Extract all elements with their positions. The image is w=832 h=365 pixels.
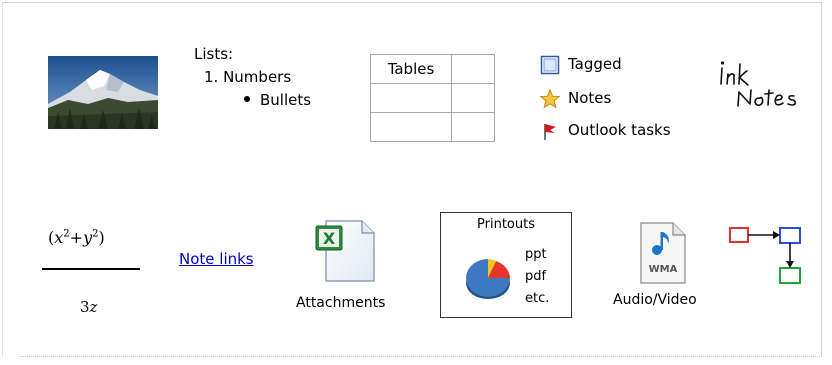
fraction-bar <box>42 268 140 270</box>
page-margin-left <box>2 2 20 357</box>
audio-video-label: Audio/Video <box>613 292 697 308</box>
printout-format: ppt <box>525 247 547 262</box>
printouts-title: Printouts <box>477 217 535 232</box>
ink-notes-handwriting[interactable] <box>712 56 812 126</box>
bullet-icon <box>244 95 250 102</box>
bulleted-list-text: Bullets <box>260 91 312 109</box>
table-cell[interactable] <box>451 83 495 113</box>
star-icon <box>540 89 560 109</box>
printout-format: pdf <box>525 269 547 284</box>
lists-title: Lists: <box>194 45 234 63</box>
tag-label: Outlook tasks <box>568 121 671 139</box>
table-cell[interactable] <box>451 54 495 84</box>
tag-label: Tagged <box>568 55 622 73</box>
excel-file-icon[interactable]: X <box>312 218 378 284</box>
equation-numerator: (x2+y2) <box>48 228 105 247</box>
checkbox-icon <box>540 55 560 75</box>
flag-icon <box>544 124 556 140</box>
printout-format: etc. <box>525 291 550 306</box>
printouts-box[interactable]: Printouts ppt pdf etc. <box>440 212 572 318</box>
equation-denominator: 3z <box>80 298 98 316</box>
bulleted-list-item: Bullets <box>244 89 311 112</box>
attachments-label: Attachments <box>296 295 386 311</box>
table-cell[interactable] <box>451 112 495 142</box>
pie-chart-icon <box>466 259 510 299</box>
sample-table[interactable]: Tables <box>370 54 495 142</box>
page-margin-bottom <box>20 356 820 358</box>
note-link[interactable]: Note links <box>179 250 254 268</box>
mountain-picture[interactable] <box>48 56 158 129</box>
flow-diagram-icon[interactable] <box>728 222 808 292</box>
table-cell[interactable] <box>370 112 452 142</box>
equation[interactable]: (x2+y2) 3z <box>40 228 144 318</box>
excel-glyph: X <box>323 229 336 248</box>
tag-label: Notes <box>568 89 612 107</box>
numbered-list-item: 1. Numbers <box>204 68 292 86</box>
table-cell[interactable] <box>370 83 452 113</box>
audio-file-icon[interactable]: WMA <box>635 220 691 286</box>
table-header-cell[interactable]: Tables <box>370 54 452 84</box>
file-type-label: WMA <box>649 264 678 275</box>
